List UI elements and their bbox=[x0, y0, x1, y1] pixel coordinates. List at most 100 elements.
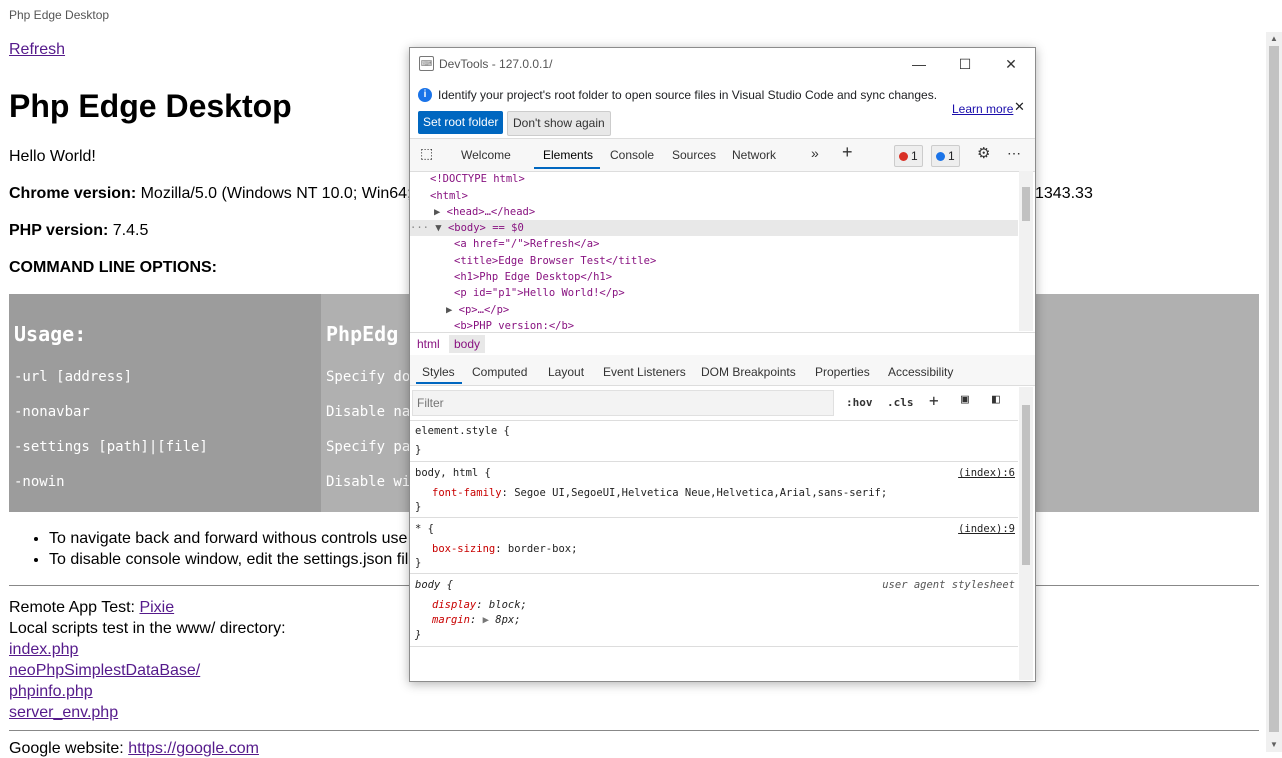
active-tab-indicator bbox=[534, 167, 600, 169]
tab-network[interactable]: Network bbox=[732, 148, 776, 162]
dont-show-again-button[interactable]: Don't show again bbox=[507, 111, 611, 136]
tab-welcome[interactable]: Welcome bbox=[461, 148, 511, 162]
dom-node-text: <head>…</head> bbox=[446, 206, 536, 218]
dom-node[interactable]: ▶ <head>…</head> bbox=[434, 204, 535, 220]
dom-node[interactable]: ▶ <p>…</p> bbox=[446, 302, 509, 318]
rule-selector[interactable]: body, html { bbox=[415, 467, 491, 479]
dom-node[interactable]: <title>Edge Browser Test</title> bbox=[454, 253, 656, 269]
dom-node[interactable]: <h1>Php Edge Desktop</h1> bbox=[454, 269, 612, 285]
cls-toggle[interactable]: .cls bbox=[887, 396, 914, 409]
filter-box bbox=[412, 390, 834, 416]
tab-properties[interactable]: Properties bbox=[815, 365, 870, 379]
tab-dom-breakpoints[interactable]: DOM Breakpoints bbox=[701, 365, 796, 379]
dom-node[interactable]: <a href="/">Refresh</a> bbox=[454, 236, 599, 252]
phpinfo-link[interactable]: phpinfo.php bbox=[9, 683, 93, 700]
style-rule: element.style { } bbox=[410, 421, 1018, 462]
usage-option: -nowin bbox=[14, 474, 65, 490]
rule-close-brace: } bbox=[415, 444, 422, 456]
add-tab-icon[interactable]: + bbox=[842, 142, 853, 163]
devtools-titlebar[interactable]: ⌨ DevTools - 127.0.0.1/ — ☐ ✕ bbox=[410, 48, 1035, 79]
learn-more-link[interactable]: Learn more bbox=[952, 102, 1013, 116]
issue-count-badge[interactable]: 1 bbox=[931, 145, 960, 167]
styles-scrollbar[interactable] bbox=[1019, 387, 1033, 680]
new-rule-icon[interactable]: + bbox=[929, 391, 939, 410]
dom-tree-scrollbar[interactable] bbox=[1019, 171, 1033, 331]
css-value: Segoe UI,SegoeUI,Helvetica Neue,Helvetic… bbox=[514, 487, 888, 499]
dom-node[interactable]: <!DOCTYPE html> bbox=[430, 171, 525, 187]
expand-arrow-icon[interactable]: ▶ bbox=[434, 206, 440, 218]
more-tabs-icon[interactable]: » bbox=[811, 145, 819, 161]
close-icon[interactable]: ✕ bbox=[991, 52, 1031, 76]
hov-toggle[interactable]: :hov bbox=[846, 396, 873, 409]
rule-close-brace: } bbox=[415, 557, 422, 569]
styles-scrollbar-thumb[interactable] bbox=[1022, 405, 1030, 565]
inspect-element-icon[interactable]: ⬚ bbox=[420, 145, 433, 162]
tab-computed[interactable]: Computed bbox=[472, 365, 527, 379]
usage-desc: Specify pa bbox=[326, 439, 411, 455]
tab-accessibility[interactable]: Accessibility bbox=[888, 365, 953, 379]
usage-option: -nonavbar bbox=[14, 404, 90, 420]
set-root-folder-button[interactable]: Set root folder bbox=[418, 111, 504, 134]
rule-selector[interactable]: body { bbox=[415, 579, 453, 591]
rule-selector[interactable]: * { bbox=[415, 523, 434, 535]
refresh-link[interactable]: Refresh bbox=[9, 41, 65, 59]
css-value: border-box; bbox=[507, 543, 578, 555]
tab-event-listeners[interactable]: Event Listeners bbox=[603, 365, 686, 379]
paint-brush-icon[interactable]: ▣ bbox=[961, 392, 969, 407]
pixie-link[interactable]: Pixie bbox=[139, 599, 174, 616]
page-heading: Php Edge Desktop bbox=[9, 88, 292, 124]
more-options-icon[interactable]: ⋯ bbox=[1007, 145, 1021, 162]
styles-filter-input[interactable] bbox=[413, 391, 829, 415]
dom-node[interactable]: <html> bbox=[430, 188, 468, 204]
page-scrollbar[interactable]: ▲ ▼ bbox=[1266, 32, 1282, 752]
css-property: font-family bbox=[432, 487, 502, 499]
dom-tree-scrollbar-thumb[interactable] bbox=[1022, 187, 1030, 221]
breadcrumb-body[interactable]: body bbox=[449, 335, 486, 353]
sidebar-toggle-icon[interactable]: ◧ bbox=[992, 392, 1000, 407]
settings-gear-icon[interactable]: ⚙ bbox=[977, 144, 990, 162]
collapse-arrow-icon[interactable]: ▼ bbox=[435, 222, 441, 234]
page-scrollbar-thumb[interactable] bbox=[1269, 46, 1279, 732]
error-count-badge[interactable]: 1 bbox=[894, 145, 923, 167]
dom-node[interactable]: <b>PHP version:</b> bbox=[454, 318, 574, 331]
tab-layout[interactable]: Layout bbox=[548, 365, 584, 379]
dom-node-text: <p>…</p> bbox=[458, 304, 510, 316]
rule-declaration[interactable]: margin: ▶ 8px; bbox=[432, 614, 521, 626]
list-item: To disable console window, edit the sett… bbox=[49, 549, 408, 570]
rule-declaration[interactable]: font-family: Segoe UI,SegoeUI,Helvetica … bbox=[432, 487, 887, 499]
rule-source-link[interactable]: (index):6 bbox=[958, 467, 1015, 479]
css-property: box-sizing bbox=[432, 543, 496, 555]
rule-source-link[interactable]: (index):9 bbox=[958, 523, 1015, 535]
php-version-value: 7.4.5 bbox=[112, 222, 149, 239]
minimize-icon[interactable]: — bbox=[899, 52, 939, 76]
styles-pane: element.style { } body, html { (index):6… bbox=[410, 421, 1018, 681]
scroll-up-icon[interactable]: ▲ bbox=[1266, 32, 1282, 46]
dom-node[interactable]: <p id="p1">Hello World!</p> bbox=[454, 285, 625, 301]
rule-declaration[interactable]: display: block; bbox=[432, 599, 527, 611]
rule-selector[interactable]: element.style { bbox=[415, 425, 510, 437]
expand-shorthand-icon[interactable]: ▶ bbox=[483, 614, 489, 626]
tab-styles[interactable]: Styles bbox=[422, 365, 455, 379]
dom-node-selected[interactable]: ··· ▼ <body> == $0 bbox=[410, 220, 1018, 236]
tab-elements[interactable]: Elements bbox=[543, 148, 593, 162]
devtools-tabbar: ⬚ Welcome Elements Console Sources Netwo… bbox=[410, 138, 1035, 172]
infobar-close-icon[interactable]: ✕ bbox=[1014, 99, 1025, 115]
tab-sources[interactable]: Sources bbox=[672, 148, 716, 162]
database-link[interactable]: neoPhpSimplestDataBase/ bbox=[9, 662, 200, 679]
google-link[interactable]: https://google.com bbox=[128, 740, 259, 757]
rule-source: user agent stylesheet bbox=[882, 579, 1015, 591]
devtools-title: DevTools - 127.0.0.1/ bbox=[439, 57, 553, 71]
maximize-icon[interactable]: ☐ bbox=[945, 52, 985, 76]
issue-icon bbox=[936, 152, 945, 161]
tab-console[interactable]: Console bbox=[610, 148, 654, 162]
expand-arrow-icon[interactable]: ▶ bbox=[446, 304, 452, 316]
command-line-heading: COMMAND LINE OPTIONS: bbox=[9, 259, 217, 276]
server-env-link[interactable]: server_env.php bbox=[9, 704, 118, 721]
scroll-down-icon[interactable]: ▼ bbox=[1266, 738, 1282, 752]
css-property: display bbox=[432, 599, 477, 611]
breadcrumb-html[interactable]: html bbox=[412, 335, 445, 353]
rule-declaration[interactable]: box-sizing: border-box; bbox=[432, 543, 577, 555]
error-count: 1 bbox=[911, 149, 918, 163]
chrome-version-value: Mozilla/5.0 (Windows NT 10.0; Win64; x bbox=[140, 185, 424, 202]
index-php-link[interactable]: index.php bbox=[9, 641, 78, 658]
